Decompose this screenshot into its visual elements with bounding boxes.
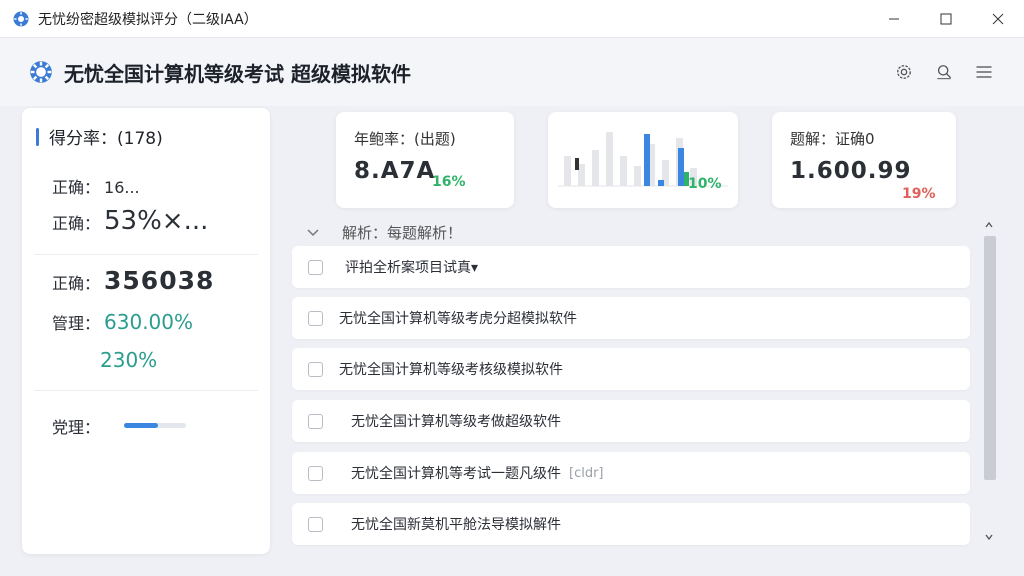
gear-logo-icon (13, 11, 29, 26)
item-checkbox[interactable] (308, 259, 323, 275)
scroll-up-icon[interactable] (984, 220, 994, 230)
chevron-down-icon (307, 229, 319, 237)
list-header-label: 解析：每题解析！ (342, 223, 463, 242)
card-label: 题解：证确0 (790, 130, 875, 148)
stat-label: 管理： (52, 314, 101, 333)
divider (34, 390, 258, 391)
stat-value: 53%×... (104, 206, 209, 236)
title-accent-bar (36, 127, 39, 146)
stat-label: 党理： (52, 418, 101, 437)
chart-bar-highlight (678, 148, 684, 186)
header-toolbar (892, 60, 996, 84)
settings-button[interactable] (892, 60, 916, 84)
list-item[interactable]: 无忧全国计算机等级考核级模拟软件 (292, 348, 970, 390)
app-header: 无忧全国计算机等级考试 超级模拟软件 (0, 38, 1024, 106)
menu-icon (976, 66, 992, 78)
card-percent: 10% (688, 176, 722, 192)
stat-row: 230% (100, 348, 157, 372)
candle-mark (575, 158, 579, 170)
item-text: 无忧全国计算机等考试一题凡级件 (351, 466, 561, 482)
maximize-button[interactable] (920, 0, 972, 38)
item-checkbox[interactable] (308, 465, 323, 481)
close-button[interactable] (972, 0, 1024, 38)
list-item[interactable]: 无忧全国计算机等级考虎分超模拟软件 (292, 297, 970, 339)
minimize-button[interactable] (868, 0, 920, 38)
gear-logo-icon (30, 61, 52, 83)
search-button[interactable] (932, 60, 956, 84)
card-label: 年鲍率：(出题) (354, 130, 456, 148)
stat-label: 正确： (52, 274, 101, 293)
stat-label: 正确： (52, 178, 101, 197)
stat-card: 题解：证确0 1.600.99 19% (772, 112, 956, 208)
stat-row: 党理： (52, 414, 100, 438)
item-text: 无忧全国计算机等级考做超级软件 (351, 414, 561, 430)
card-percent: 19% (902, 186, 936, 202)
item-tag: [cldr] (569, 465, 604, 481)
card-value: 1.600.99 (790, 158, 912, 184)
list-item[interactable]: 无忧全国新莫机平舱法导模拟解件 (292, 503, 970, 545)
window-title: 无忧纷密超级模拟评分（二级IAA） (38, 11, 258, 28)
vertical-scrollbar[interactable] (982, 218, 996, 548)
stat-row: 管理： 630.00% (52, 310, 193, 334)
item-checkbox[interactable] (308, 361, 323, 377)
list-item[interactable]: 无忧全国计算机等考试一题凡级件 [cldr] (292, 452, 970, 494)
window-titlebar: 无忧纷密超级模拟评分（二级IAA） (0, 0, 1024, 38)
menu-button[interactable] (972, 60, 996, 84)
progress-fill (124, 423, 159, 428)
item-text: 无忧全国计算机等级考核级模拟软件 (339, 362, 563, 378)
item-checkbox[interactable] (308, 516, 323, 532)
stat-value: 630.00% (104, 310, 193, 334)
list-item[interactable]: 评拍全析案项目试真▾ (292, 246, 970, 288)
minimize-icon (889, 18, 899, 20)
chart-bar-small (658, 180, 664, 186)
list-item[interactable]: 无忧全国计算机等级考做超级软件 (292, 400, 970, 442)
stat-card: 年鲍率：(出题) 8.A7A 16% (336, 112, 514, 208)
item-text: 评拍全析案项目试真▾ (345, 260, 479, 276)
app-name: 无忧全国计算机等级考试 超级模拟软件 (64, 61, 411, 86)
card-value: 8.A7A (354, 158, 436, 184)
stat-label: 正确： (52, 214, 101, 233)
item-checkbox[interactable] (308, 310, 323, 326)
progress-bar (124, 423, 186, 428)
window-controls (868, 0, 1024, 38)
item-checkbox[interactable] (308, 413, 323, 429)
item-text: 无忧全国计算机等级考虎分超模拟软件 (339, 311, 577, 327)
divider (34, 254, 258, 255)
score-panel-title: 得分率：(178) (36, 124, 163, 149)
settings-icon (897, 65, 911, 79)
chart-card: 10% (548, 112, 738, 208)
search-icon (937, 65, 952, 80)
chart-bar-highlight (644, 134, 650, 186)
card-percent: 16% (432, 174, 466, 190)
maximize-icon (940, 13, 952, 25)
stat-row: 正确： 53%×... (52, 206, 208, 236)
score-panel: 得分率：(178) 正确： 16... 正确： 53%×... 正确： 3560… (22, 108, 270, 554)
scroll-down-icon[interactable] (984, 532, 994, 542)
close-icon (992, 13, 1004, 25)
list-header[interactable]: 解析：每题解析！ (290, 216, 462, 248)
question-list: 解析：每题解析！ 评拍全析案项目试真▾ 无忧全国计算机等级考虎分超模拟软件 无忧… (290, 216, 980, 556)
item-text: 无忧全国新莫机平舱法导模拟解件 (351, 517, 561, 533)
stat-value: 356038 (104, 266, 215, 295)
stat-row: 正确： 16... (52, 174, 140, 198)
stat-value: 230% (100, 348, 158, 372)
scrollbar-thumb[interactable] (984, 236, 996, 480)
stat-value: 16... (104, 178, 140, 197)
score-rate-label: 得分率：(178) (49, 129, 163, 149)
stat-row: 正确： 356038 (52, 266, 214, 295)
